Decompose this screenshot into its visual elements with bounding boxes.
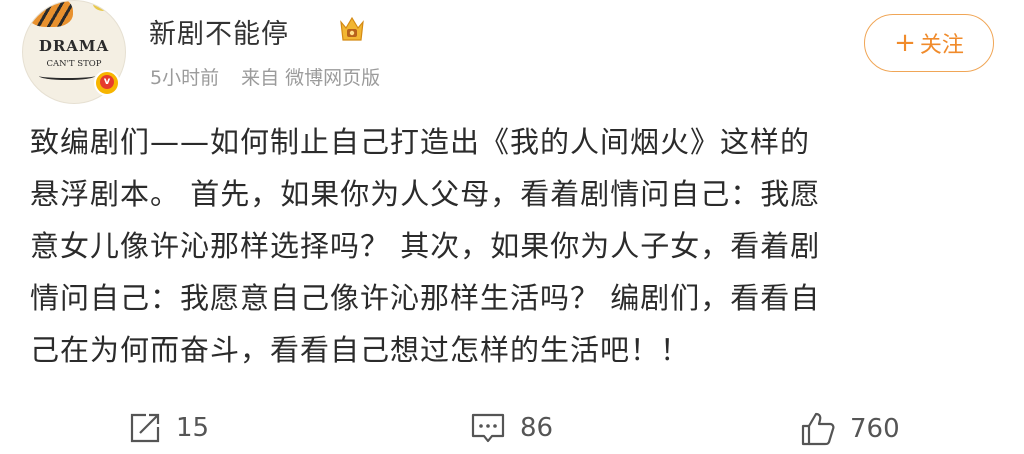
- post-line: 意女儿像许沁那样选择吗？ 其次，如果你为人子女，看着剧: [30, 229, 821, 263]
- verified-v-icon: v: [100, 75, 114, 89]
- verified-badge: v: [94, 70, 120, 96]
- avatar-logo-text: DRAMA: [38, 37, 110, 55]
- post-content: 致编剧们——如何制止自己打造出《我的人间烟火》这样的 悬浮剧本。 首先，如果你为…: [30, 116, 990, 376]
- comment-button[interactable]: 86: [470, 411, 553, 445]
- post-line: 情问自己：我愿意自己像许沁那样生活吗？ 编剧们，看看自: [30, 281, 821, 315]
- post-line: 致编剧们——如何制止自己打造出《我的人间烟火》这样的: [30, 125, 811, 159]
- post-meta: 5小时前 来自 微博网页版: [150, 63, 402, 90]
- repost-button[interactable]: 15: [128, 411, 209, 445]
- like-button[interactable]: 760: [800, 411, 900, 447]
- follow-label: 关注: [919, 33, 964, 58]
- comment-icon: [471, 413, 505, 443]
- avatar-logo-subtext: CAN'T STOP: [46, 59, 102, 69]
- follow-button[interactable]: + 关注: [864, 14, 994, 72]
- avatar-wave-line: [39, 72, 95, 80]
- post-time[interactable]: 5小时前: [150, 67, 219, 89]
- decorative-blob: [93, 1, 115, 11]
- comment-count: 86: [520, 413, 554, 443]
- like-count: 760: [850, 414, 900, 444]
- tiger-illustration: [27, 1, 73, 27]
- repost-count: 15: [176, 413, 210, 443]
- member-crown-icon[interactable]: [338, 14, 366, 44]
- action-bar: 15 86 760: [0, 405, 1024, 453]
- repost-icon: [130, 413, 160, 443]
- like-icon: [801, 412, 835, 446]
- post-line: 己在为何而奋斗，看看自己想过怎样的生活吧！！: [30, 333, 691, 367]
- username[interactable]: 新剧不能停: [149, 12, 289, 51]
- plus-icon: +: [894, 28, 916, 58]
- post-line: 悬浮剧本。 首先，如果你为人父母，看着剧情问自己：我愿: [30, 177, 821, 211]
- post-source: 来自 微博网页版: [241, 67, 381, 89]
